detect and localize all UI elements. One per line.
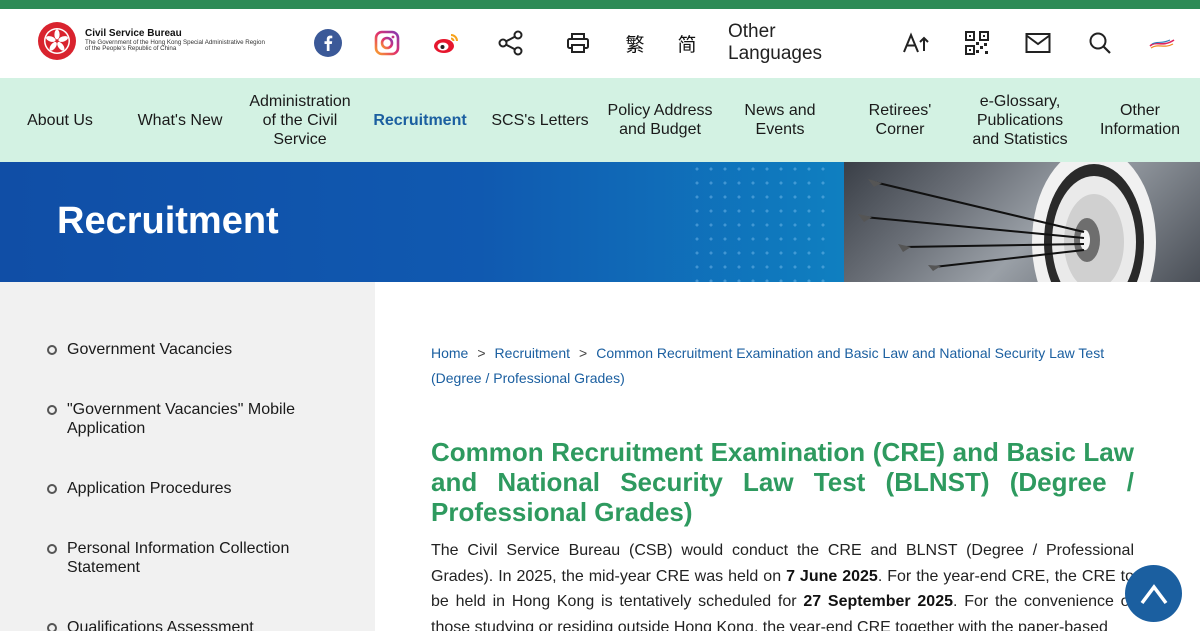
facebook-icon [314, 29, 342, 57]
hk-emblem-icon [38, 22, 76, 60]
site-header: Civil Service Bureau The Government of t… [0, 9, 1200, 78]
search-button[interactable] [1087, 29, 1113, 57]
breadcrumb-separator: > [477, 345, 486, 361]
bullet-circle-icon [47, 405, 57, 415]
search-icon [1089, 32, 1111, 54]
brand-hong-kong-button[interactable] [1148, 29, 1176, 57]
sidebar-item-label: Personal Information Collection Statemen… [67, 540, 290, 576]
font-size-button[interactable] [902, 29, 930, 57]
brand-hk-flourish-icon [1149, 39, 1175, 49]
share-button[interactable] [497, 29, 525, 57]
breadcrumb-recruitment[interactable]: Recruitment [495, 345, 570, 361]
nav-e-glossary[interactable]: e-Glossary, Publications and Statistics [960, 78, 1080, 162]
bullet-circle-icon [47, 484, 57, 494]
font-size-icon [903, 32, 929, 53]
sidebar-item-label: Government Vacancies [67, 341, 233, 358]
bullet-circle-icon [47, 623, 57, 631]
facebook-button[interactable] [313, 29, 343, 57]
nav-administration[interactable]: Administration of the Civil Service [240, 78, 360, 162]
qr-code-button[interactable] [964, 29, 990, 57]
breadcrumb-home[interactable]: Home [431, 345, 468, 361]
bullet-circle-icon [47, 345, 57, 355]
weibo-icon [434, 34, 458, 53]
sidebar-item-personal-information[interactable]: Personal Information Collection Statemen… [0, 539, 375, 577]
nav-scs-letters[interactable]: SCS's Letters [480, 78, 600, 162]
nav-whats-new[interactable]: What's New [120, 78, 240, 162]
print-button[interactable] [565, 29, 591, 57]
sidebar-item-mobile-application[interactable]: "Government Vacancies" Mobile Applicatio… [0, 400, 375, 438]
email-button[interactable] [1025, 29, 1051, 57]
intro-paragraph: The Civil Service Bureau (CSB) would con… [431, 538, 1134, 631]
banner-dot-pattern [690, 162, 830, 282]
main-navigation: About Us What's New Administration of th… [0, 78, 1200, 162]
instagram-button[interactable] [373, 29, 401, 57]
chevron-up-icon [1140, 583, 1167, 604]
target-arrows-illustration [858, 162, 1156, 282]
page-title: Common Recruitment Examination (CRE) and… [431, 437, 1134, 527]
sidebar-item-label: "Government Vacancies" Mobile Applicatio… [67, 401, 296, 437]
instagram-icon [374, 30, 400, 56]
weibo-button[interactable] [432, 29, 460, 57]
qr-code-icon [965, 31, 989, 55]
logo-subtitle-line2: of the People's Republic of China [85, 45, 177, 53]
bullet-circle-icon [47, 544, 57, 554]
nav-policy-address[interactable]: Policy Address and Budget [600, 78, 720, 162]
archery-target-image [844, 162, 1200, 282]
printer-icon [567, 33, 589, 53]
sidebar-item-application-procedures[interactable]: Application Procedures [0, 479, 375, 498]
nav-about-us[interactable]: About Us [0, 78, 120, 162]
sidebar: Government Vacancies "Government Vacanci… [0, 282, 375, 631]
main-content: Home > Recruitment > Common Recruitment Exam… [375, 282, 1200, 631]
nav-retirees-corner[interactable]: Retirees' Corner [840, 78, 960, 162]
sidebar-item-qualifications-assessment[interactable]: Qualifications Assessment [0, 618, 375, 631]
nav-news-events[interactable]: News and Events [720, 78, 840, 162]
traditional-chinese-link[interactable]: 繁 [624, 29, 646, 57]
breadcrumb-separator: > [579, 345, 588, 361]
mail-icon [1025, 33, 1051, 53]
sidebar-item-government-vacancies[interactable]: Government Vacancies [0, 340, 375, 359]
other-languages-link[interactable]: Other Languages [728, 21, 870, 64]
sidebar-item-label: Qualifications Assessment [67, 619, 254, 631]
nav-recruitment[interactable]: Recruitment [360, 78, 480, 162]
share-icon [498, 30, 523, 56]
simplified-chinese-link[interactable]: 简 [676, 29, 698, 57]
top-accent-bar [0, 0, 1200, 9]
nav-other-information[interactable]: Other Information [1080, 78, 1200, 162]
year-end-cre-date: 27 September 2025 [803, 593, 954, 610]
sidebar-item-label: Application Procedures [67, 480, 232, 497]
banner-title: Recruitment [57, 200, 279, 242]
page-banner: Recruitment [0, 162, 1200, 282]
back-to-top-button[interactable] [1125, 565, 1182, 622]
csb-logo[interactable]: Civil Service Bureau The Government of t… [37, 21, 265, 61]
mid-year-cre-date: 7 June 2025 [786, 567, 878, 585]
breadcrumb: Home > Recruitment > Common Recruitment Exam… [431, 341, 1134, 391]
